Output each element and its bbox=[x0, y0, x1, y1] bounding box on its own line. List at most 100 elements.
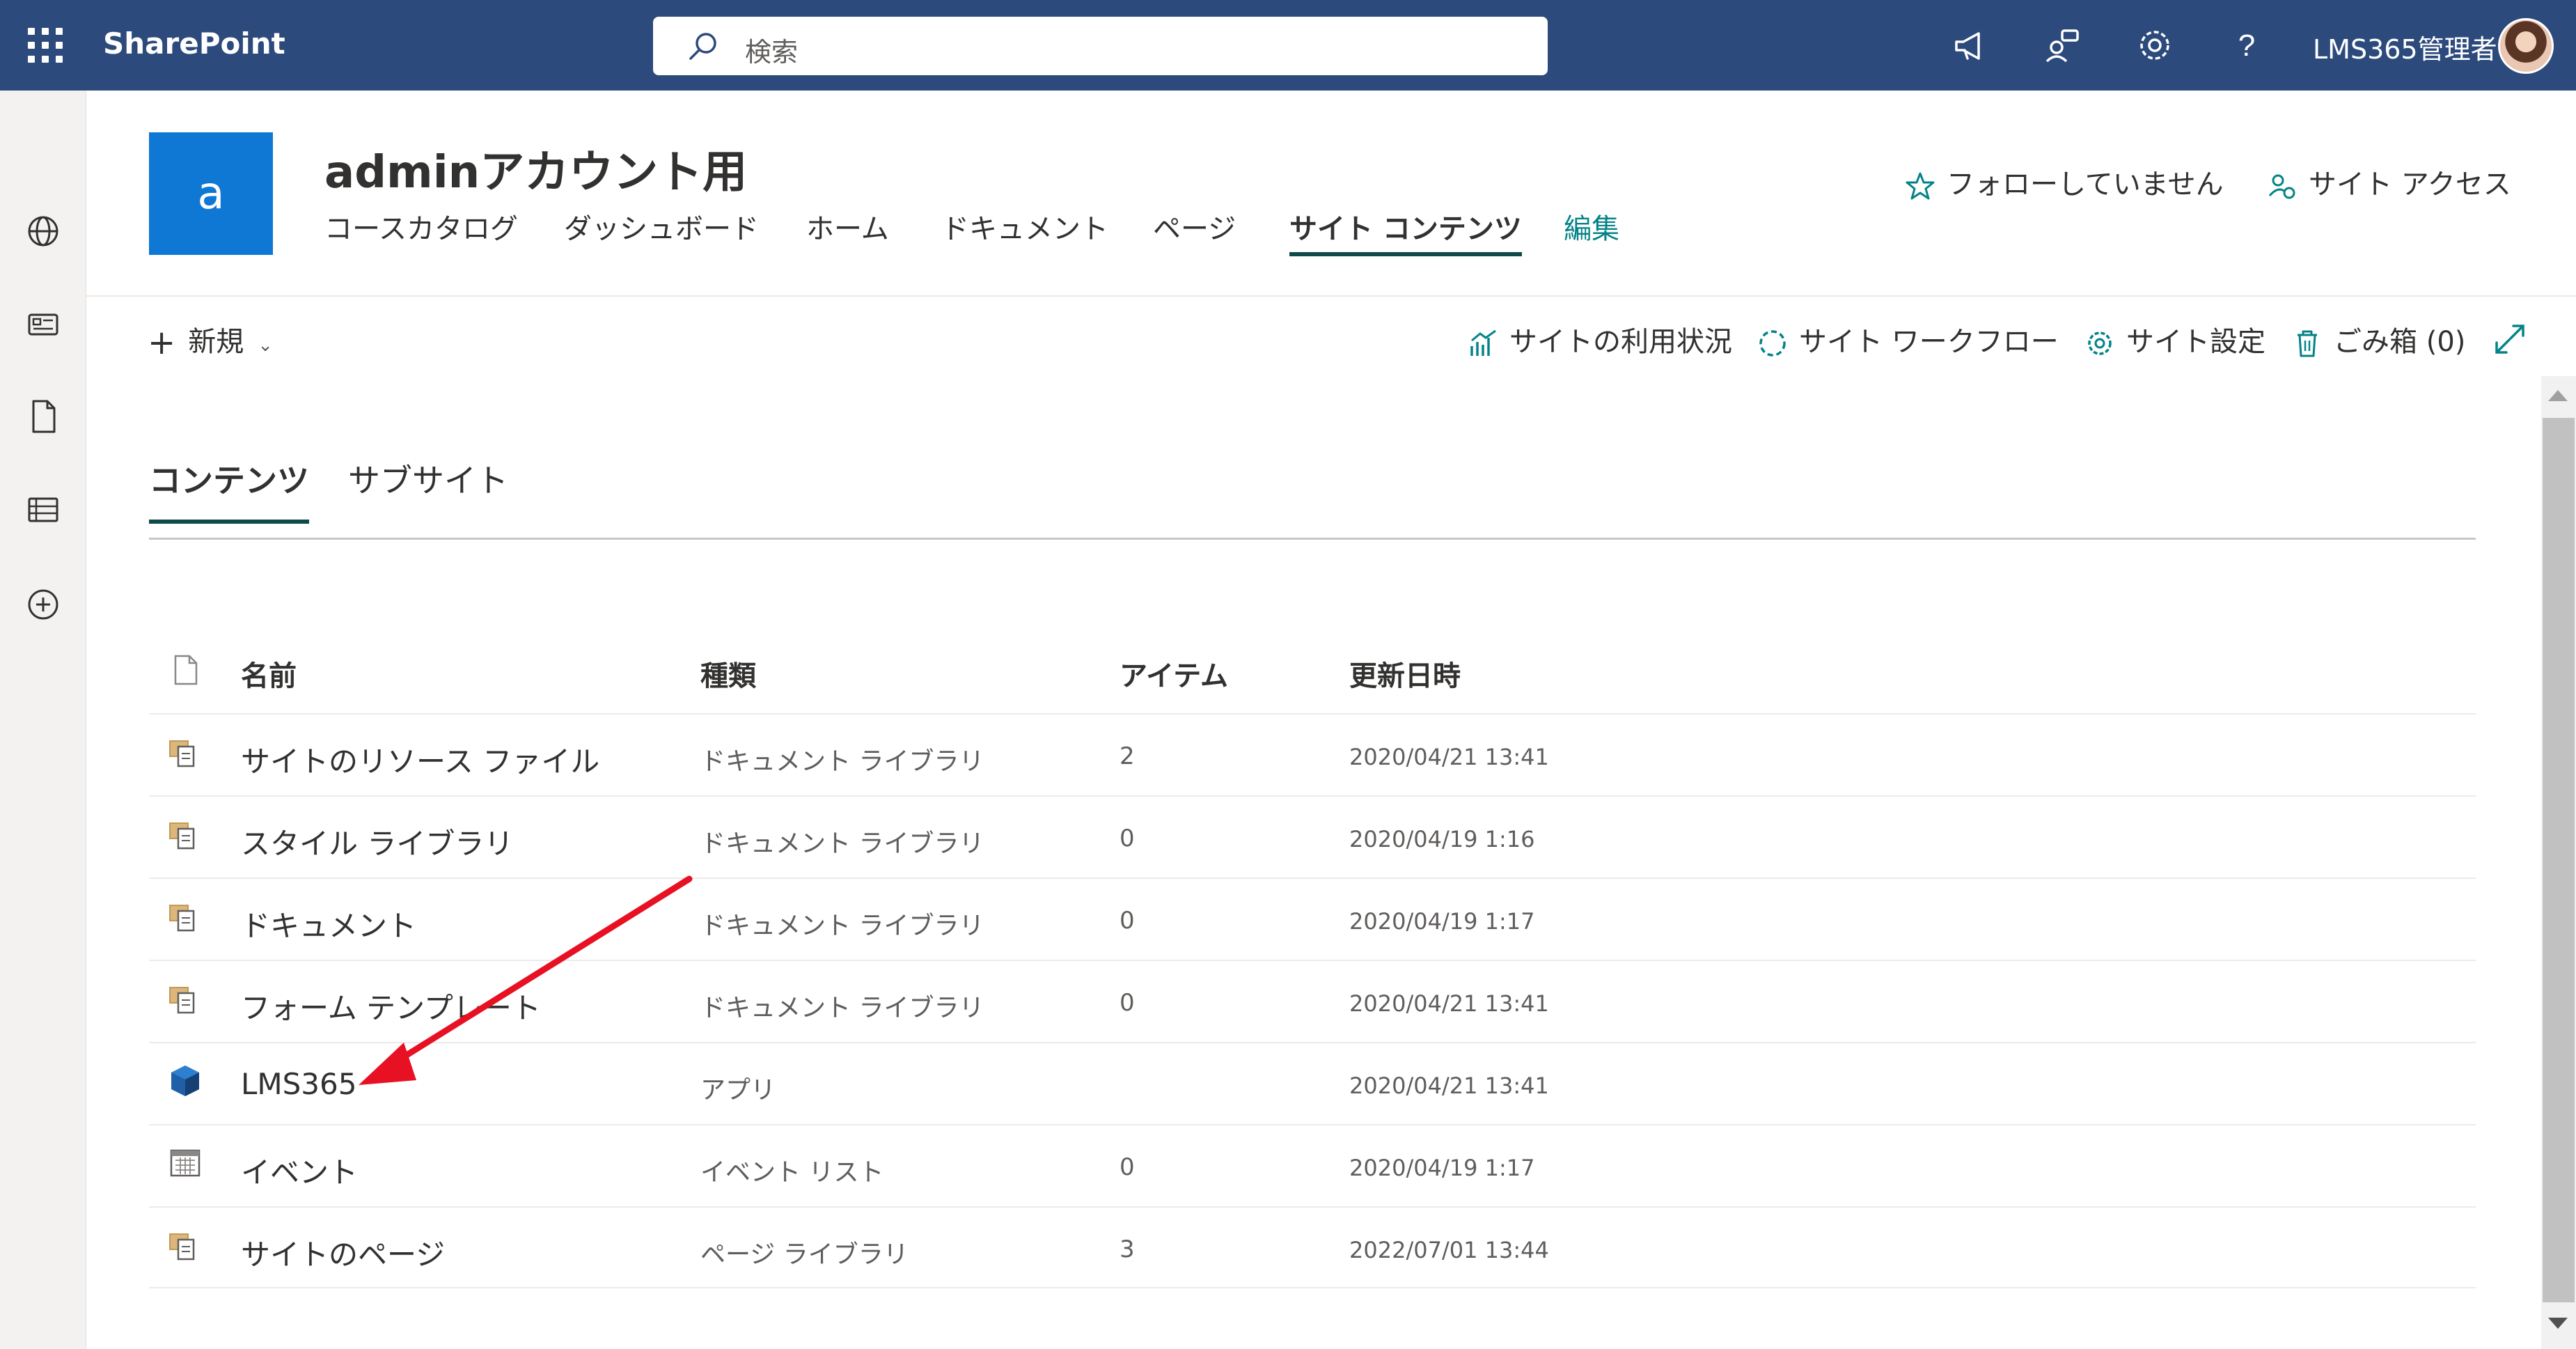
left-rail bbox=[0, 91, 86, 1349]
item-type: ドキュメント ライブラリ bbox=[700, 829, 984, 858]
news-icon[interactable] bbox=[21, 302, 65, 347]
site-settings-label: サイト設定 bbox=[2126, 326, 2265, 358]
item-count: 2 bbox=[1120, 742, 1135, 770]
nav-dashboard[interactable]: ダッシュボード bbox=[564, 206, 759, 247]
workflow-icon bbox=[1759, 330, 1786, 357]
file-type-header-icon bbox=[174, 655, 198, 685]
new-label: 新規 bbox=[188, 326, 244, 358]
app-brand[interactable]: SharePoint bbox=[103, 26, 285, 61]
waffle-icon[interactable] bbox=[15, 15, 75, 75]
list-icon[interactable] bbox=[21, 488, 65, 532]
settings-gear-icon[interactable] bbox=[2133, 24, 2176, 67]
site-title[interactable]: adminアカウント用 bbox=[324, 137, 747, 201]
nav-pages[interactable]: ページ bbox=[1153, 206, 1236, 247]
settings-gear-icon bbox=[2088, 332, 2112, 355]
library-icon bbox=[169, 740, 195, 767]
nav-course-catalog[interactable]: コースカタログ bbox=[324, 206, 518, 247]
item-type: ドキュメント ライブラリ bbox=[700, 994, 984, 1022]
nav-site-contents[interactable]: サイト コンテンツ bbox=[1289, 206, 1522, 256]
expand-icon[interactable] bbox=[2492, 322, 2527, 357]
nav-home[interactable]: ホーム bbox=[806, 206, 889, 247]
site-workflow-label: サイト ワークフロー bbox=[1799, 326, 2059, 358]
tab-contents[interactable]: コンテンツ bbox=[149, 455, 309, 524]
help-icon[interactable]: ? bbox=[2225, 24, 2268, 67]
item-count: 0 bbox=[1120, 1153, 1135, 1181]
scroll-up-arrow-icon[interactable] bbox=[2548, 390, 2568, 401]
item-type: アプリ bbox=[700, 1076, 776, 1105]
share-people-icon[interactable] bbox=[2041, 24, 2084, 67]
item-count: 0 bbox=[1120, 989, 1135, 1017]
table-row[interactable]: LMS365 アプリ 2020/04/21 13:41 bbox=[149, 1042, 2476, 1124]
usage-chart-icon bbox=[1470, 329, 1496, 356]
suite-bar: SharePoint 検索 ? LMS365管理者 bbox=[0, 0, 2576, 91]
column-header-type[interactable]: 種類 bbox=[700, 653, 756, 694]
site-usage-label: サイトの利用状況 bbox=[1509, 326, 1732, 358]
table-row[interactable]: フォーム テンプレート ドキュメント ライブラリ 0 2020/04/21 13… bbox=[149, 960, 2476, 1042]
chevron-down-icon: ⌄ bbox=[258, 335, 274, 356]
site-usage-button[interactable]: サイトの利用状況 bbox=[1468, 319, 1732, 359]
item-modified: 2020/04/21 13:41 bbox=[1349, 1073, 1549, 1099]
people-settings-icon bbox=[2268, 174, 2295, 199]
search-input[interactable]: 検索 bbox=[745, 31, 798, 69]
table-row[interactable]: ドキュメント ドキュメント ライブラリ 0 2020/04/19 1:17 bbox=[149, 878, 2476, 960]
recycle-bin-label: ごみ箱 (0) bbox=[2334, 326, 2466, 358]
item-modified: 2020/04/21 13:41 bbox=[1349, 744, 1549, 770]
table-row[interactable]: サイトのページ ページ ライブラリ 3 2022/07/01 13:44 bbox=[149, 1206, 2476, 1288]
add-circle-icon[interactable] bbox=[21, 582, 65, 627]
scroll-down-arrow-icon[interactable] bbox=[2548, 1318, 2568, 1329]
item-name-link[interactable]: サイトのページ bbox=[241, 1231, 445, 1274]
item-name-link-lms365[interactable]: LMS365 bbox=[241, 1067, 356, 1101]
item-name-link[interactable]: フォーム テンプレート bbox=[241, 985, 541, 1027]
column-header-items[interactable]: アイテム bbox=[1120, 653, 1228, 694]
item-modified: 2020/04/21 13:41 bbox=[1349, 990, 1549, 1017]
svg-text:?: ? bbox=[2238, 29, 2255, 63]
user-name[interactable]: LMS365管理者 bbox=[2313, 28, 2497, 66]
library-icon bbox=[169, 905, 195, 932]
site-access-label: サイト アクセス bbox=[2309, 169, 2511, 201]
recycle-bin-button[interactable]: ごみ箱 (0) bbox=[2292, 319, 2465, 359]
new-button[interactable]: + 新規 ⌄ bbox=[148, 319, 273, 362]
column-header-modified[interactable]: 更新日時 bbox=[1349, 653, 1461, 694]
column-header-name[interactable]: 名前 bbox=[241, 653, 297, 694]
item-modified: 2020/04/19 1:17 bbox=[1349, 908, 1535, 935]
tab-subsites[interactable]: サブサイト bbox=[348, 455, 508, 501]
follow-label: フォローしていません bbox=[1947, 169, 2224, 201]
item-count: 0 bbox=[1120, 907, 1135, 935]
site-workflow-button[interactable]: サイト ワークフロー bbox=[1757, 319, 2059, 359]
scrollbar-thumb[interactable] bbox=[2543, 418, 2575, 1302]
item-count: 0 bbox=[1120, 825, 1135, 852]
item-type: ドキュメント ライブラリ bbox=[700, 747, 984, 776]
table-row[interactable]: サイトのリソース ファイル ドキュメント ライブラリ 2 2020/04/21 … bbox=[149, 713, 2476, 795]
plus-icon: + bbox=[148, 323, 176, 362]
site-access-button[interactable]: サイト アクセス bbox=[2267, 162, 2511, 202]
avatar[interactable] bbox=[2498, 18, 2554, 74]
app-cube-icon bbox=[171, 1066, 199, 1096]
item-modified: 2020/04/19 1:16 bbox=[1349, 826, 1535, 852]
item-type: ページ ライブラリ bbox=[700, 1240, 909, 1269]
library-icon bbox=[169, 822, 195, 850]
follow-button[interactable]: フォローしていません bbox=[1905, 162, 2224, 202]
megaphone-icon[interactable] bbox=[1949, 24, 1993, 67]
header-divider bbox=[86, 295, 2576, 297]
star-icon bbox=[1906, 172, 1935, 200]
library-icon bbox=[169, 1233, 195, 1261]
item-type: ドキュメント ライブラリ bbox=[700, 912, 984, 940]
tabs-divider bbox=[149, 538, 2476, 540]
item-name-link[interactable]: サイトのリソース ファイル bbox=[241, 738, 599, 781]
item-name-link[interactable]: イベント bbox=[241, 1149, 358, 1192]
item-name-link[interactable]: スタイル ライブラリ bbox=[241, 820, 513, 863]
item-modified: 2020/04/19 1:17 bbox=[1349, 1155, 1535, 1181]
site-settings-button[interactable]: サイト設定 bbox=[2084, 319, 2265, 359]
item-name-link[interactable]: ドキュメント bbox=[241, 903, 416, 945]
nav-edit-link[interactable]: 編集 bbox=[1564, 206, 1619, 247]
search-box[interactable]: 検索 bbox=[653, 17, 1548, 75]
table-row[interactable]: スタイル ライブラリ ドキュメント ライブラリ 0 2020/04/19 1:1… bbox=[149, 795, 2476, 878]
item-modified: 2022/07/01 13:44 bbox=[1349, 1237, 1549, 1263]
table-row[interactable]: イベント イベント リスト 0 2020/04/19 1:17 bbox=[149, 1124, 2476, 1206]
site-logo[interactable]: a bbox=[149, 132, 273, 255]
nav-documents[interactable]: ドキュメント bbox=[941, 206, 1108, 247]
globe-icon[interactable] bbox=[21, 209, 65, 254]
document-icon[interactable] bbox=[21, 394, 65, 439]
calendar-icon bbox=[170, 1149, 201, 1177]
item-type: イベント リスト bbox=[700, 1158, 884, 1187]
